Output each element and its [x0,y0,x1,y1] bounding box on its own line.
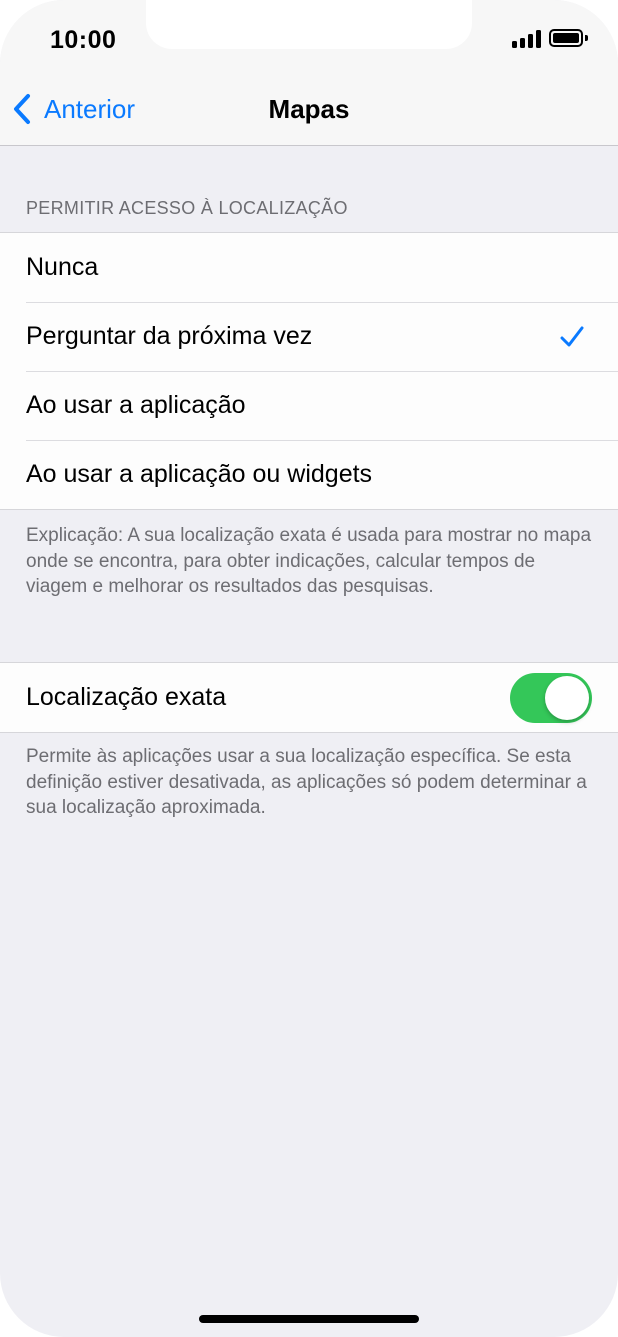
location-access-options: Nunca Perguntar da próxima vez Ao usar a… [0,232,618,510]
option-while-using-app-or-widgets[interactable]: Ao usar a aplicação ou widgets [0,440,618,509]
precise-location-group: Localização exata [0,662,618,733]
toggle-knob [545,676,589,720]
status-time: 10:00 [50,26,117,54]
option-label: Ao usar a aplicação [26,391,246,419]
option-never[interactable]: Nunca [0,233,618,302]
precise-location-label: Localização exata [26,683,227,711]
location-access-explanation: Explicação: A sua localização exata é us… [26,525,592,597]
option-label: Perguntar da próxima vez [26,322,313,350]
checkmark-icon [560,326,584,347]
page-title: Mapas [268,94,350,124]
option-ask-next-time[interactable]: Perguntar da próxima vez [0,302,618,371]
notch [146,0,472,49]
precise-location-row: Localização exata [0,663,618,732]
precise-location-toggle[interactable] [510,673,592,723]
battery-icon [549,29,588,47]
section-header-location-access: PERMITIR ACESSO À LOCALIZAÇÃO [26,198,348,218]
option-label: Nunca [26,253,99,281]
home-indicator[interactable] [199,1315,419,1323]
phone-screen: 10:00 Anterior Mapas PERMITIR ACESSO À L… [0,0,618,1337]
cellular-signal-icon [512,30,542,48]
top-bar: 10:00 Anterior Mapas [0,0,618,146]
option-while-using-app[interactable]: Ao usar a aplicação [0,371,618,440]
precise-location-footer: Permite às aplicações usar a sua localiz… [26,746,587,818]
battery-fill [553,33,579,43]
option-label: Ao usar a aplicação ou widgets [26,460,373,488]
